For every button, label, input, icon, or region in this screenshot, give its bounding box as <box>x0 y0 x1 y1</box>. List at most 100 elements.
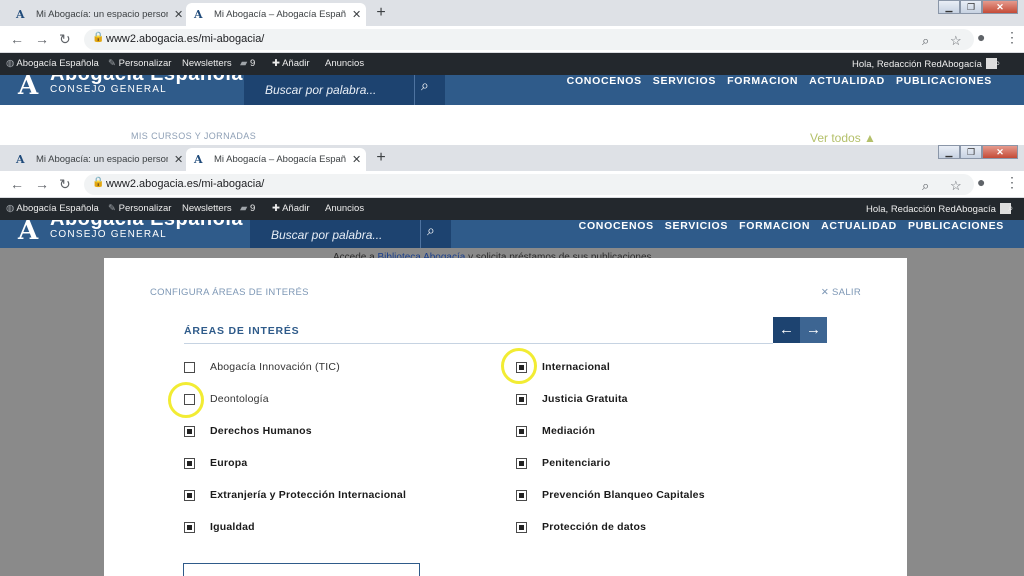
search-icon[interactable]: ⌕ <box>421 77 429 94</box>
nav-servicios[interactable]: SERVICIOS <box>665 221 728 232</box>
tab-close-icon[interactable]: ✕ <box>352 153 361 166</box>
reload-icon[interactable]: ↻ <box>59 31 71 48</box>
interest-checkbox[interactable] <box>516 425 527 437</box>
account-icon[interactable]: ● <box>977 29 985 45</box>
interest-checkbox[interactable] <box>516 393 527 405</box>
interest-item[interactable]: Protección de datos <box>516 520 646 534</box>
back-arrow-icon[interactable]: ← <box>10 31 24 47</box>
site-search[interactable]: Buscar por palabra... ⌕ <box>250 220 451 248</box>
browser-toolbar: ← → ↻ 🔒 www2.abogacia.es/mi-abogacia/ ⌕ … <box>0 171 1024 198</box>
interest-checkbox[interactable] <box>184 425 195 437</box>
bookmark-star-icon[interactable]: ☆ <box>950 178 962 194</box>
see-all-link[interactable]: Ver todos ▲ <box>810 131 876 145</box>
nav-actualidad[interactable]: ACTUALIDAD <box>821 221 897 232</box>
interest-item[interactable]: Abogacía Innovación (TIC) <box>184 360 340 374</box>
tab-mi-abogacia-espacio[interactable]: A Mi Abogacía: un espacio persona ✕ <box>8 3 186 26</box>
tab-mi-abogacia-espacio[interactable]: A Mi Abogacía: un espacio persona ✕ <box>8 148 186 171</box>
tab-close-icon[interactable]: ✕ <box>174 153 183 166</box>
admin-customize-link[interactable]: ✎ Personalizar <box>108 203 171 214</box>
nav-actualidad[interactable]: ACTUALIDAD <box>809 76 885 87</box>
nav-publicaciones[interactable]: PUBLICACIONES <box>896 76 992 87</box>
interest-item[interactable]: Justicia Gratuita <box>516 392 628 406</box>
interest-checkbox[interactable] <box>184 521 195 533</box>
zoom-icon[interactable]: ⌕ <box>922 33 929 49</box>
tab-mi-abogacia-espanola[interactable]: A Mi Abogacía – Abogacía Españo ✕ <box>186 3 366 26</box>
abogacia-logo-icon[interactable]: A <box>18 220 42 246</box>
site-search[interactable]: Buscar por palabra... ⌕ <box>244 75 445 105</box>
nav-formacion[interactable]: FORMACION <box>727 76 798 87</box>
admin-newsletters-link[interactable]: Newsletters <box>182 203 232 214</box>
search-placeholder: Buscar por palabra... <box>271 228 383 242</box>
next-arrow-button[interactable]: → <box>800 317 827 343</box>
prev-arrow-button[interactable]: ← <box>773 317 800 343</box>
address-bar[interactable]: 🔒 www2.abogacia.es/mi-abogacia/ ⌕ ☆ <box>84 174 974 195</box>
admin-ads-link[interactable]: Anuncios <box>325 58 364 69</box>
close-window-button[interactable]: ✕ <box>982 145 1018 159</box>
interest-label: Europa <box>210 457 248 469</box>
interest-checkbox[interactable] <box>184 489 195 501</box>
admin-search-icon[interactable]: ⌕ <box>995 58 1000 69</box>
nav-publicaciones[interactable]: PUBLICACIONES <box>908 221 1004 232</box>
comments-count: 9 <box>249 203 256 214</box>
site-header: A Abogacía Española CONSEJO GENERAL Busc… <box>0 220 1024 248</box>
nav-conocenos[interactable]: CONOCENOS <box>579 221 654 232</box>
restore-button[interactable]: ❐ <box>960 0 982 14</box>
account-icon[interactable]: ● <box>977 174 985 190</box>
restore-button[interactable]: ❐ <box>960 145 982 159</box>
admin-newsletters-link[interactable]: Newsletters <box>182 58 232 69</box>
close-window-button[interactable]: ✕ <box>982 0 1018 14</box>
bookmark-star-icon[interactable]: ☆ <box>950 33 962 49</box>
nav-servicios[interactable]: SERVICIOS <box>653 76 716 87</box>
forward-arrow-icon[interactable]: → <box>35 176 49 192</box>
address-bar[interactable]: 🔒 www2.abogacia.es/mi-abogacia/ ⌕ ☆ <box>84 29 974 50</box>
search-icon[interactable]: ⌕ <box>427 222 435 239</box>
minimize-button[interactable]: ▁ <box>938 0 960 14</box>
interest-checkbox[interactable] <box>516 489 527 501</box>
reload-icon[interactable]: ↻ <box>59 176 71 193</box>
admin-add-link[interactable]: ✚ Añadir <box>272 203 310 214</box>
interest-item[interactable]: Mediación <box>516 424 595 438</box>
new-tab-button[interactable]: + <box>371 3 391 23</box>
interest-item[interactable]: Europa <box>184 456 247 470</box>
interest-item[interactable]: Derechos Humanos <box>184 424 312 438</box>
minimize-button[interactable]: ▁ <box>938 145 960 159</box>
interest-label: Protección de datos <box>542 521 647 533</box>
interest-checkbox[interactable] <box>184 457 195 469</box>
menu-kebab-icon[interactable]: ⋮ <box>1005 29 1019 46</box>
tab-mi-abogacia-espanola[interactable]: A Mi Abogacía – Abogacía Españo ✕ <box>186 148 366 171</box>
interest-item[interactable]: Extranjería y Protección Internacional <box>184 488 406 502</box>
window-controls: ▁ ❐ ✕ <box>938 0 1018 14</box>
admin-site-link[interactable]: ◍ Abogacía Española <box>6 203 99 214</box>
abogacia-logo-icon[interactable]: A <box>18 75 42 101</box>
save-button[interactable] <box>183 563 420 576</box>
admin-customize-link[interactable]: ✎ Personalizar <box>108 58 171 69</box>
abogacia-favicon-icon: A <box>16 153 25 166</box>
main-nav: CONOCENOS SERVICIOS FORMACION ACTUALIDAD… <box>567 76 992 87</box>
admin-greeting[interactable]: Hola, Redacción RedAbogacía <box>866 203 1011 215</box>
interest-item[interactable]: Igualdad <box>184 520 255 534</box>
admin-ads-link[interactable]: Anuncios <box>325 203 364 214</box>
modal-close-button[interactable]: ✕ SALIR <box>821 287 861 298</box>
admin-add-link[interactable]: ✚ Añadir <box>272 58 310 69</box>
admin-comments-link[interactable]: ▰ 9 <box>240 58 255 69</box>
interest-item[interactable]: Penitenciario <box>516 456 611 470</box>
dashboard-icon: ◍ <box>6 203 15 214</box>
interest-item[interactable]: Prevención Blanqueo Capitales <box>516 488 705 502</box>
admin-search-icon[interactable]: ⌕ <box>1008 203 1013 214</box>
new-tab-button[interactable]: + <box>371 148 391 168</box>
menu-kebab-icon[interactable]: ⋮ <box>1005 174 1019 191</box>
admin-greeting[interactable]: Hola, Redacción RedAbogacía <box>852 58 997 70</box>
zoom-icon[interactable]: ⌕ <box>922 178 929 194</box>
admin-comments-link[interactable]: ▰ 9 <box>240 203 255 214</box>
interest-label: Derechos Humanos <box>210 425 312 437</box>
interest-checkbox[interactable] <box>516 521 527 533</box>
forward-arrow-icon[interactable]: → <box>35 31 49 47</box>
interest-checkbox[interactable] <box>516 457 527 469</box>
admin-site-link[interactable]: ◍ Abogacía Española <box>6 58 99 69</box>
back-arrow-icon[interactable]: ← <box>10 176 24 192</box>
tab-close-icon[interactable]: ✕ <box>174 8 183 21</box>
nav-formacion[interactable]: FORMACION <box>739 221 810 232</box>
nav-conocenos[interactable]: CONOCENOS <box>567 76 642 87</box>
tab-close-icon[interactable]: ✕ <box>352 8 361 21</box>
interest-checkbox[interactable] <box>184 361 195 373</box>
